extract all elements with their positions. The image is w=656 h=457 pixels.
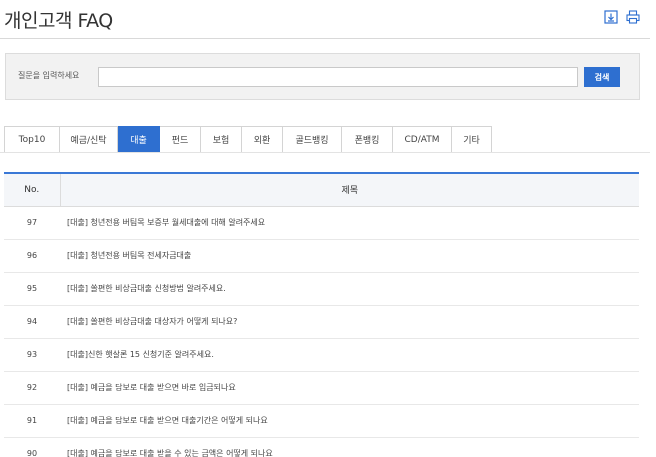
page-title: 개인고객 FAQ	[4, 10, 113, 32]
search-input[interactable]	[98, 67, 578, 87]
faq-question-link[interactable]: [대출] 청년전용 버팀목 전세자금대출	[60, 239, 639, 273]
tab-top10[interactable]: Top10	[4, 126, 60, 153]
faq-question-link[interactable]: [대출] 청년전용 버팀목 보증부 월세대출에 대해 알려주세요	[60, 206, 639, 240]
tab-foreign-exchange[interactable]: 외환	[242, 126, 283, 153]
faq-question-link[interactable]: [대출] 예금을 담보로 대출 받으면 대출기간은 어떻게 되나요	[60, 404, 639, 438]
table-row[interactable]: 97 [대출] 청년전용 버팀목 보증부 월세대출에 대해 알려주세요	[4, 206, 639, 240]
table-header-row: No. 제목	[4, 172, 639, 207]
faq-question-link[interactable]: [대출] 예금을 담보로 대출 받을 수 있는 금액은 어떻게 되나요	[60, 437, 639, 457]
tab-insurance[interactable]: 보험	[201, 126, 242, 153]
faq-question-link[interactable]: [대출]신한 햇살론 15 신청기준 알려주세요.	[60, 338, 639, 372]
tab-phone-banking[interactable]: 폰뱅킹	[342, 126, 393, 153]
tab-etc[interactable]: 기타	[452, 126, 492, 153]
tab-loan[interactable]: 대출	[118, 126, 160, 153]
table-row[interactable]: 94 [대출] 쏠편한 비상금대출 대상자가 어떻게 되나요?	[4, 305, 639, 339]
table-row[interactable]: 92 [대출] 예금을 담보로 대출 받으면 바로 입금되나요	[4, 371, 639, 405]
table-row[interactable]: 96 [대출] 청년전용 버팀목 전세자금대출	[4, 239, 639, 273]
search-button[interactable]: 검색	[584, 67, 620, 87]
table-row[interactable]: 90 [대출] 예금을 담보로 대출 받을 수 있는 금액은 어떻게 되나요	[4, 437, 639, 457]
row-number: 91	[4, 404, 60, 438]
row-number: 93	[4, 338, 60, 372]
faq-question-link[interactable]: [대출] 쏠편한 비상금대출 신청방법 알려주세요.	[60, 272, 639, 306]
header-actions	[604, 10, 640, 24]
table-row[interactable]: 93 [대출]신한 햇살론 15 신청기준 알려주세요.	[4, 338, 639, 372]
row-number: 95	[4, 272, 60, 306]
search-label: 질문을 입력하세요	[18, 71, 80, 80]
category-tabs: Top10 예금/신탁 대출 펀드 보험 외환 골드뱅킹 폰뱅킹 CD/ATM …	[4, 126, 492, 153]
table-row[interactable]: 95 [대출] 쏠편한 비상금대출 신청방법 알려주세요.	[4, 272, 639, 306]
faq-question-link[interactable]: [대출] 예금을 담보로 대출 받으면 바로 입금되나요	[60, 371, 639, 405]
tab-cd-atm[interactable]: CD/ATM	[393, 126, 452, 153]
row-number: 90	[4, 437, 60, 457]
print-icon[interactable]	[626, 10, 640, 24]
table-row[interactable]: 91 [대출] 예금을 담보로 대출 받으면 대출기간은 어떻게 되나요	[4, 404, 639, 438]
row-number: 97	[4, 206, 60, 240]
row-number: 92	[4, 371, 60, 405]
tab-deposit-trust[interactable]: 예금/신탁	[60, 126, 118, 153]
column-header-no: No.	[4, 172, 61, 207]
faq-table: No. 제목 97 [대출] 청년전용 버팀목 보증부 월세대출에 대해 알려주…	[4, 172, 639, 457]
download-icon[interactable]	[604, 10, 618, 24]
search-panel: 질문을 입력하세요 검색	[5, 53, 640, 100]
tab-gold-banking[interactable]: 골드뱅킹	[283, 126, 342, 153]
tab-fund[interactable]: 펀드	[160, 126, 201, 153]
row-number: 96	[4, 239, 60, 273]
tabs-divider	[0, 152, 650, 153]
row-number: 94	[4, 305, 60, 339]
faq-question-link[interactable]: [대출] 쏠편한 비상금대출 대상자가 어떻게 되나요?	[60, 305, 639, 339]
column-header-title: 제목	[60, 172, 639, 207]
title-divider	[0, 38, 650, 39]
